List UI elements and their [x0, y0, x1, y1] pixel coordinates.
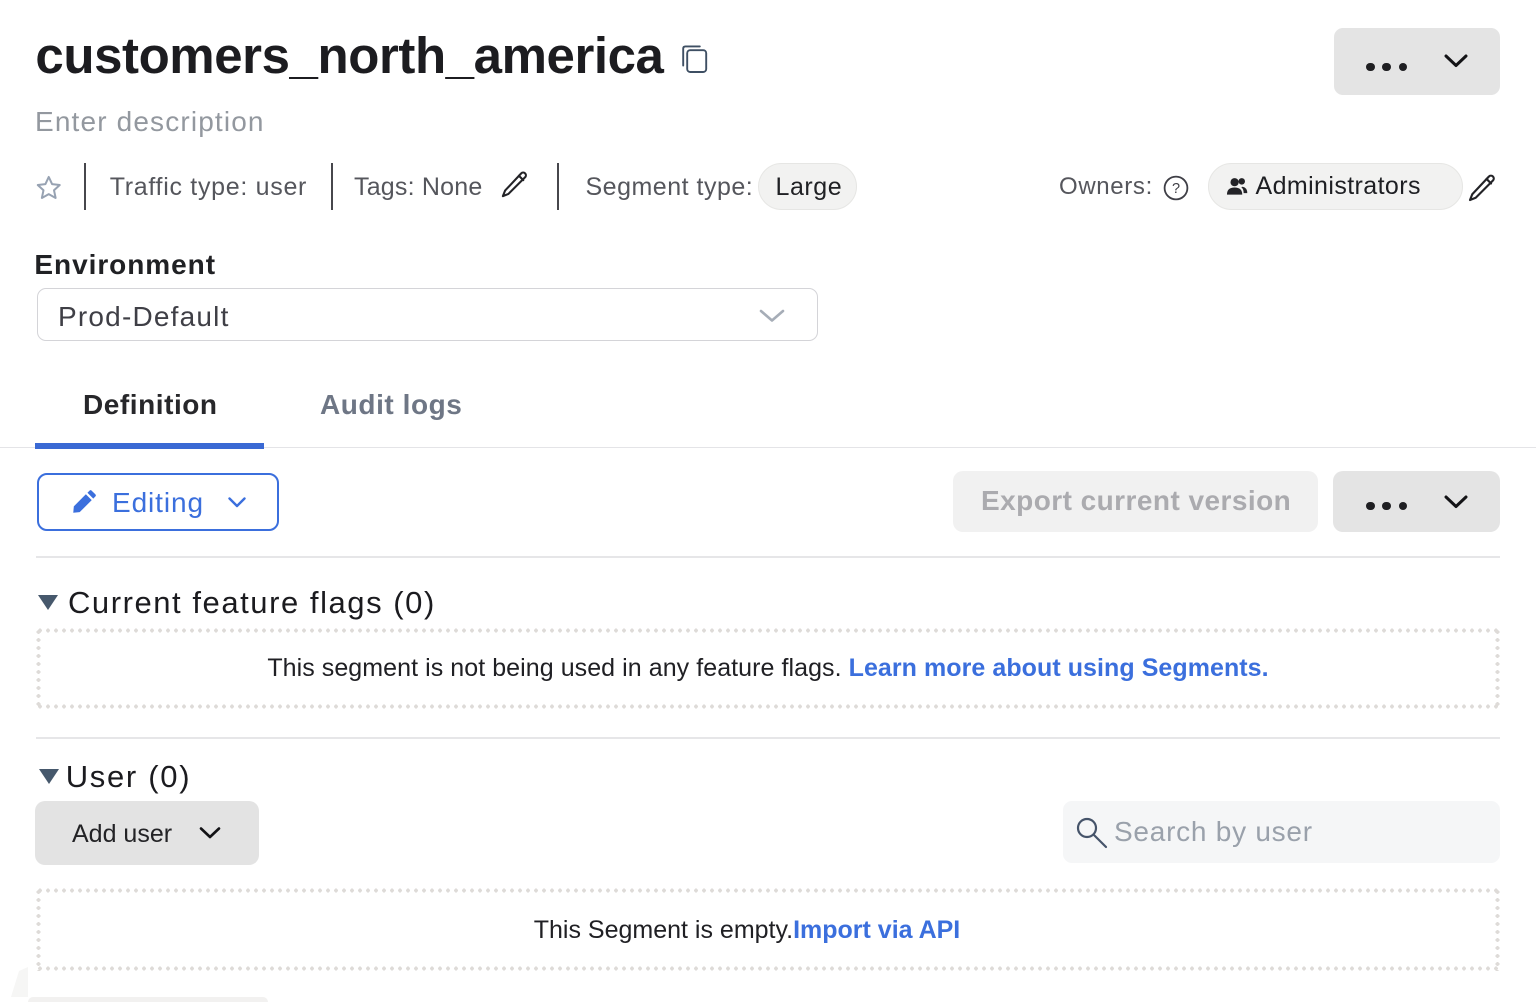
svg-text:?: ? [1172, 181, 1180, 197]
